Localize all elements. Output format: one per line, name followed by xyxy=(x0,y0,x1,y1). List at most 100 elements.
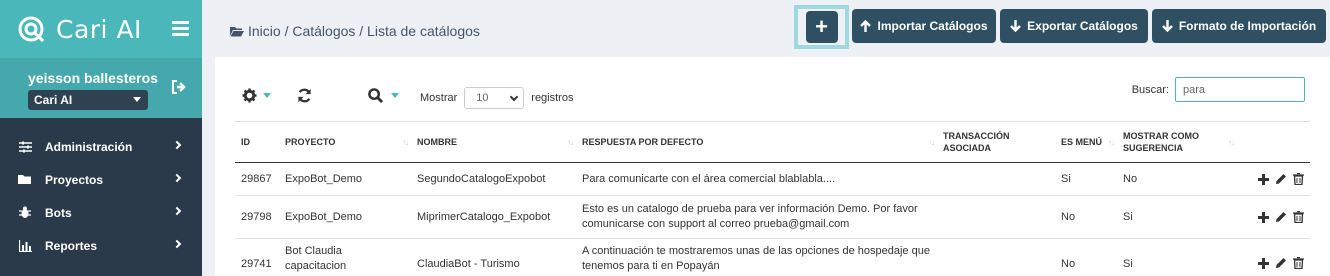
caret-down-icon xyxy=(391,93,399,98)
logout-icon[interactable] xyxy=(171,80,187,94)
import-format-button[interactable]: Formato de Importación xyxy=(1152,9,1326,43)
cell-project: ExpoBot_Demo xyxy=(279,162,411,196)
cell-response: Para comunicarte con el área comercial b… xyxy=(576,162,937,196)
folder-open-icon xyxy=(230,26,244,36)
delete-trash-icon[interactable] xyxy=(1293,173,1304,185)
bug-icon xyxy=(18,206,32,220)
add-item-icon[interactable] xyxy=(1258,211,1269,223)
edit-pencil-icon[interactable] xyxy=(1275,211,1287,223)
settings-dropdown[interactable] xyxy=(242,88,271,103)
add-catalog-button[interactable]: + xyxy=(805,11,838,43)
chevron-down-icon xyxy=(510,92,519,102)
sidebar-item-label: Proyectos xyxy=(45,172,104,187)
catalog-list-card: Mostrar 10 registros Buscar: ID PROYECTO… xyxy=(215,57,1330,276)
search-label: Buscar: xyxy=(1131,83,1169,96)
column-header-transaccion[interactable]: TRANSACCIÓN ASOCIADA xyxy=(937,121,1055,163)
cell-name: MiprimerCatalogo_Expobot xyxy=(411,195,576,239)
page-size-select[interactable]: 10 xyxy=(464,87,525,109)
sidebar-item-bots[interactable]: Bots xyxy=(0,196,202,229)
cell-suggest: No xyxy=(1117,162,1237,196)
column-header-respuesta[interactable]: RESPUESTA POR DEFECTO ↑↓ xyxy=(576,121,937,163)
project-select-value: Cari AI xyxy=(34,93,73,107)
table-header-row: ID PROYECTO ↑↓ NOMBRE ↑↓ RESPUESTA POR DEF… xyxy=(235,121,1310,163)
cell-is-menu: No xyxy=(1055,195,1117,239)
cell-is-menu: Si xyxy=(1055,162,1117,196)
catalog-table: ID PROYECTO ↑↓ NOMBRE ↑↓ RESPUESTA POR DEF… xyxy=(235,121,1310,276)
sort-icon: ↑↓ xyxy=(1228,138,1235,147)
import-catalogs-button[interactable]: Importar Catálogos xyxy=(852,9,996,43)
sort-icon: ↑↓ xyxy=(567,138,574,147)
import-catalogs-label: Importar Catálogos xyxy=(877,19,988,33)
project-select[interactable]: Cari AI xyxy=(28,90,148,110)
column-header-es-menu[interactable]: ES MENÚ ↑↓ xyxy=(1055,121,1117,163)
chevron-right-icon xyxy=(172,140,182,150)
user-panel: yeisson ballesteros Cari AI xyxy=(0,58,202,118)
search-input[interactable] xyxy=(1175,77,1305,102)
sidebar-item-label: Reportes xyxy=(45,238,98,253)
sidebar-item-label: Administración xyxy=(45,139,133,154)
cell-name: ClaudiaBot - Turismo xyxy=(411,238,576,276)
delete-trash-icon[interactable] xyxy=(1293,257,1304,269)
cell-id: 29798 xyxy=(235,195,279,239)
add-button-highlight: + xyxy=(794,5,849,49)
cell-id: 29867 xyxy=(235,162,279,196)
chevron-right-icon xyxy=(172,173,182,183)
column-header-proyecto[interactable]: PROYECTO ↑↓ xyxy=(279,121,411,163)
cari-logo-icon xyxy=(18,16,45,43)
sidebar-menu: Administración Proyectos Bots Reportes xyxy=(0,118,202,262)
sort-icon: ↑↓ xyxy=(1108,138,1115,147)
arrow-down-icon xyxy=(1010,20,1021,32)
column-header-id[interactable]: ID xyxy=(235,121,279,163)
refresh-icon[interactable] xyxy=(297,88,312,103)
sort-icon: ↑↓ xyxy=(928,138,935,147)
cell-transaction xyxy=(937,238,1055,276)
chevron-down-icon xyxy=(133,97,141,102)
table-row[interactable]: 29867 ExpoBot_Demo SegundoCatalogoExpobo… xyxy=(235,162,1310,196)
edit-pencil-icon[interactable] xyxy=(1275,257,1287,269)
column-header-nombre[interactable]: NOMBRE ↑↓ xyxy=(411,121,576,163)
cell-response: Esto es un catalogo de prueba para ver i… xyxy=(576,195,937,239)
sidebar-item-administracion[interactable]: Administración xyxy=(0,130,202,163)
edit-pencil-icon[interactable] xyxy=(1275,173,1287,185)
cell-response: A continuación te mostraremos unas de la… xyxy=(576,238,937,276)
cell-transaction xyxy=(937,195,1055,239)
search-control: Buscar: xyxy=(1132,77,1305,102)
column-header-sugerencia[interactable]: MOSTRAR COMO SUGERENCIA ↑↓ xyxy=(1117,121,1237,163)
chevron-right-icon xyxy=(172,206,182,216)
records-label: registros xyxy=(531,92,574,104)
sidebar-item-proyectos[interactable]: Proyectos xyxy=(0,163,202,196)
cell-id: 29741 xyxy=(235,238,279,276)
export-catalogs-button[interactable]: Exportar Catálogos xyxy=(1000,9,1148,43)
chevron-right-icon xyxy=(172,239,182,249)
cell-actions xyxy=(1237,238,1310,276)
arrow-down-icon xyxy=(1161,20,1173,32)
folder-icon xyxy=(18,173,32,187)
search-dropdown[interactable] xyxy=(368,88,399,103)
hamburger-menu-icon[interactable] xyxy=(172,21,189,37)
cell-transaction xyxy=(937,162,1055,196)
sidebar-item-reportes[interactable]: Reportes xyxy=(0,229,202,262)
breadcrumb-text: Inicio / Catálogos / Lista de catálogos xyxy=(248,23,480,39)
delete-trash-icon[interactable] xyxy=(1293,211,1304,223)
brand-header: Cari AI xyxy=(0,0,202,58)
table-tools xyxy=(242,88,399,103)
add-item-icon[interactable] xyxy=(1258,173,1269,185)
cell-suggest: Si xyxy=(1117,195,1237,239)
cell-is-menu: No xyxy=(1055,238,1117,276)
breadcrumb: Inicio / Catálogos / Lista de catálogos xyxy=(230,23,480,39)
show-label: Mostrar xyxy=(420,92,458,104)
bar-chart-icon xyxy=(18,239,32,253)
cell-suggest: Si xyxy=(1117,238,1237,276)
table-row[interactable]: 29741 Bot Claudia capacitacion ClaudiaBo… xyxy=(235,238,1310,276)
table-row[interactable]: 29798 ExpoBot_Demo MiprimerCatalogo_Expo… xyxy=(235,195,1310,239)
add-item-icon[interactable] xyxy=(1258,257,1269,269)
page-size-control: Mostrar 10 registros xyxy=(420,87,573,109)
caret-down-icon xyxy=(263,93,271,98)
sliders-icon xyxy=(18,140,32,154)
import-format-label: Formato de Importación xyxy=(1178,19,1317,33)
export-catalogs-label: Exportar Catálogos xyxy=(1027,19,1138,33)
cell-actions xyxy=(1237,162,1310,196)
column-header-actions xyxy=(1237,121,1310,163)
sort-icon: ↑↓ xyxy=(402,138,409,147)
gear-icon xyxy=(242,88,257,103)
